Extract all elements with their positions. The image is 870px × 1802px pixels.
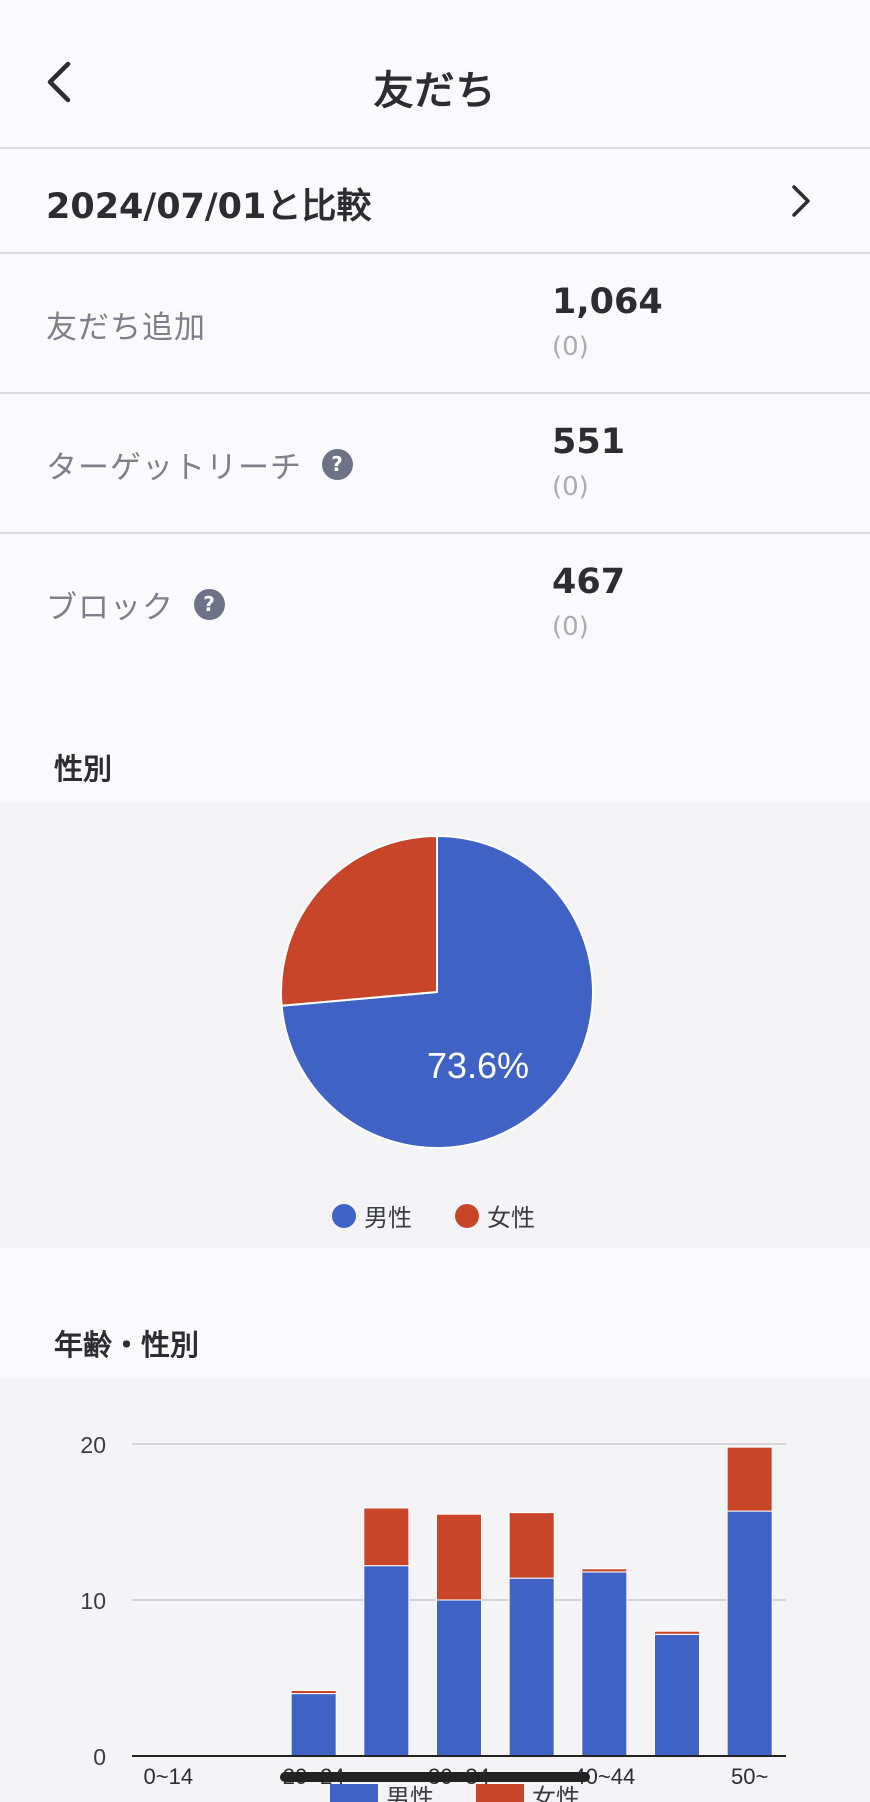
legend-item-male: 男性 (332, 1198, 412, 1233)
y-tick-label: 0 (93, 1744, 106, 1770)
gender-pie-chart: 73.6% (280, 834, 594, 1149)
y-tick-label: 10 (80, 1588, 106, 1614)
legend-swatch (455, 1203, 479, 1228)
legend-swatch (330, 1783, 378, 1802)
bar-segment (726, 1510, 773, 1757)
bar-segment (508, 1512, 555, 1579)
compare-date-label: 2024/07/01と比較 (46, 187, 372, 227)
stat-value: 467 (552, 562, 626, 602)
bar-segment (290, 1689, 337, 1695)
horizontal-scrollbar[interactable] (280, 1772, 590, 1782)
age-section-title: 年齢・性別 (54, 1328, 200, 1362)
stat-label: ブロック ? (46, 582, 225, 627)
x-tick-label: 50~ (731, 1764, 768, 1789)
page-title: 友だち (373, 68, 497, 114)
bar-segment (653, 1633, 701, 1757)
legend-item-female: 女性 (455, 1198, 535, 1233)
stat-delta: (0) (552, 472, 589, 502)
stat-row-target-reach: ターゲットリーチ ? 551 (0) (0, 394, 870, 532)
legend-swatch (332, 1203, 356, 1228)
help-icon[interactable]: ? (194, 589, 225, 620)
bar-segment (581, 1571, 628, 1757)
bar-segment (581, 1568, 628, 1573)
stat-delta: (0) (552, 332, 589, 362)
legend-label: 女性 (487, 1204, 535, 1232)
stat-row-blocked: ブロック ? 467 (0) (0, 534, 870, 672)
app-header: 友だち (0, 0, 870, 148)
compare-date-row[interactable]: 2024/07/01と比較 (0, 150, 870, 252)
bar-segment (653, 1630, 701, 1635)
stat-row-friends-added: 友だち追加 1,064 (0) (0, 254, 870, 392)
legend-swatch (476, 1783, 524, 1802)
bar-segment (290, 1693, 337, 1757)
stat-label: ターゲットリーチ ? (46, 442, 353, 487)
bar-segment (363, 1565, 410, 1757)
pie-data-label: 73.6% (427, 1045, 529, 1086)
friends-page: 友だち 2024/07/01と比較 友だち追加 1,064 (0) ターゲットリ… (0, 0, 870, 1802)
x-tick-label: 0~14 (144, 1764, 194, 1789)
gender-section-title: 性別 (54, 752, 113, 786)
gender-chart-panel: 73.6% 男性 女性 (0, 802, 870, 1248)
bar-segment (435, 1513, 483, 1601)
y-tick-label: 20 (80, 1432, 106, 1458)
stat-delta: (0) (552, 612, 589, 642)
stat-value: 551 (552, 422, 626, 462)
help-icon[interactable]: ? (322, 449, 353, 480)
bar-segment (363, 1507, 410, 1567)
chevron-right-icon (792, 185, 810, 217)
stat-label: 友だち追加 (46, 310, 206, 346)
bar-segment (508, 1577, 555, 1757)
bar-segment (435, 1599, 483, 1757)
age-chart-panel: 010200~1420~2430~3440~4450~ 男性 女性 (0, 1378, 870, 1802)
bar-segment (726, 1446, 773, 1512)
divider (0, 147, 870, 149)
legend-label: 男性 (364, 1204, 412, 1232)
stat-value: 1,064 (552, 282, 663, 322)
pie-slice-female (280, 834, 438, 1007)
age-gender-bar-chart: 010200~1420~2430~3440~4450~ (80, 1432, 786, 1789)
